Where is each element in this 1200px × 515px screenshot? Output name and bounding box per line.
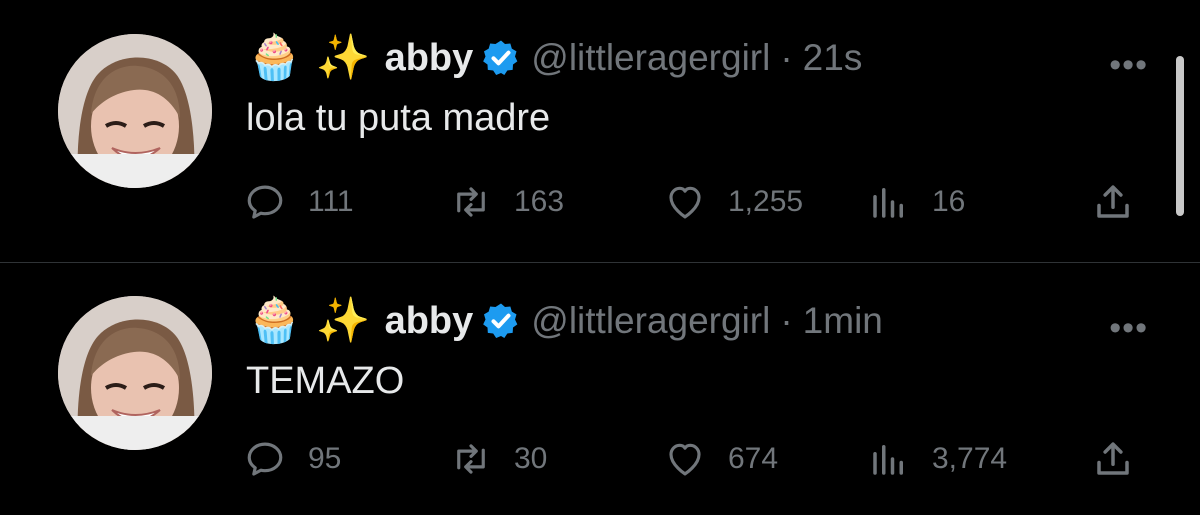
retweet-button[interactable]: 30 [450, 431, 547, 487]
reply-icon [247, 185, 283, 219]
retweet-count: 163 [514, 185, 565, 218]
more-icon[interactable]: ••• [1109, 48, 1148, 82]
reply-button[interactable]: 95 [244, 431, 341, 487]
tweet-header: 🧁 ✨ abby @littleragergirl · 1min [247, 289, 883, 353]
retweet-icon [457, 187, 485, 217]
handle[interactable]: @littleragergirl [531, 37, 770, 79]
share-icon [1097, 185, 1129, 218]
views-button[interactable]: 16 [868, 174, 965, 230]
timestamp[interactable]: 21s [803, 37, 863, 79]
tweet-header: 🧁 ✨ abby @littleragergirl · 21s [247, 26, 862, 90]
like-button[interactable]: 674 [664, 431, 778, 487]
retweet-button[interactable]: 163 [450, 174, 564, 230]
avatar-image [58, 34, 212, 188]
tweet[interactable]: 🧁 ✨ abby @littleragergirl · 1min ••• TEM… [0, 263, 1200, 515]
tweet-text: lola tu puta madre [246, 97, 551, 139]
separator: · [780, 37, 793, 78]
like-count: 674 [728, 442, 779, 475]
retweet-icon [457, 444, 485, 474]
display-name[interactable]: abby [385, 37, 474, 80]
timestamp[interactable]: 1min [803, 300, 883, 342]
tweet[interactable]: 🧁 ✨ abby @littleragergirl · 21s ••• lola… [0, 0, 1200, 262]
scrollbar[interactable] [1176, 56, 1184, 216]
retweet-count: 30 [514, 442, 548, 475]
share-button[interactable] [1092, 431, 1134, 487]
reply-count: 95 [308, 442, 342, 475]
views-icon [873, 445, 903, 475]
views-icon [873, 188, 903, 218]
tweet-actions: 111 163 1,255 16 [244, 174, 1144, 230]
views-count: 16 [932, 185, 966, 218]
heart-icon [669, 186, 701, 219]
verified-badge-icon [483, 303, 518, 338]
handle[interactable]: @littleragergirl [531, 300, 770, 342]
share-button[interactable] [1092, 174, 1134, 230]
tweet-text: TEMAZO [246, 360, 405, 402]
avatar-image [58, 296, 212, 450]
reply-icon [247, 442, 283, 476]
avatar[interactable] [58, 296, 212, 450]
name-emojis: 🧁 ✨ [247, 32, 371, 83]
heart-icon [669, 443, 701, 476]
avatar[interactable] [58, 34, 212, 188]
more-icon[interactable]: ••• [1109, 311, 1148, 345]
share-icon [1097, 442, 1129, 475]
reply-count: 111 [308, 185, 354, 218]
display-name[interactable]: abby [385, 300, 474, 343]
like-button[interactable]: 1,255 [664, 174, 803, 230]
like-count: 1,255 [728, 185, 804, 218]
tweet-actions: 95 30 674 3,774 [244, 431, 1144, 487]
reply-button[interactable]: 111 [244, 174, 354, 230]
separator: · [780, 300, 793, 341]
views-button[interactable]: 3,774 [868, 431, 1007, 487]
name-emojis: 🧁 ✨ [247, 295, 371, 346]
verified-badge-icon [483, 40, 518, 75]
views-count: 3,774 [932, 442, 1008, 475]
